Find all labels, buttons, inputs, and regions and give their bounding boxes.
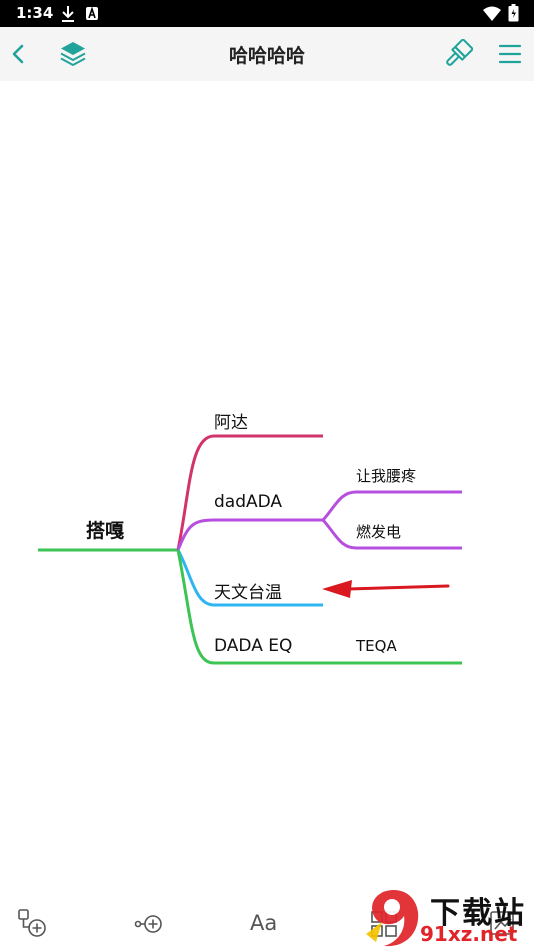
branch-dadada-connector [176,518,323,551]
add-sibling-icon[interactable] [132,907,166,941]
sub-rangwo-connector [321,490,462,522]
watermark-url: 91xz.net [420,922,518,946]
add-subnode-icon[interactable] [16,907,50,941]
watermark: 下载站 91xz.net [362,886,534,950]
mindmap-node-ada[interactable]: 阿达 [214,408,248,433]
download-icon [62,6,74,22]
mindmap-subnode-ranfa[interactable]: 燃发电 [356,521,401,542]
status-bar: 1:34 [0,0,534,27]
mindmap-connections [38,434,462,665]
menu-icon[interactable] [495,39,525,69]
annotation-arrow [322,580,450,598]
status-time: 1:34 [16,4,54,22]
mindmap-subnode-teqa[interactable]: TEQA [356,637,397,655]
brush-icon[interactable] [443,39,473,69]
a-icon [86,7,98,20]
mindmap-subnode-rangwo[interactable]: 让我腰疼 [356,465,416,486]
mindmap-node-dadada[interactable]: dadADA [214,492,282,512]
watermark-logo-icon [366,890,419,947]
wifi-icon [483,6,501,21]
mindmap-node-tianwen[interactable]: 天文台温 [214,578,282,603]
text-style-button[interactable]: Aa [250,911,284,945]
mindmap-node-dadaeq[interactable]: DADA EQ [214,636,292,656]
mindmap-canvas[interactable]: 搭嘎 阿达 dadADA 让我腰疼 燃发电 天文台温 DADA EQ TEQA [0,81,534,881]
mindmap-root-node[interactable]: 搭嘎 [86,516,124,543]
battery-icon [508,4,519,22]
app-header: 哈哈哈哈 [0,27,534,81]
